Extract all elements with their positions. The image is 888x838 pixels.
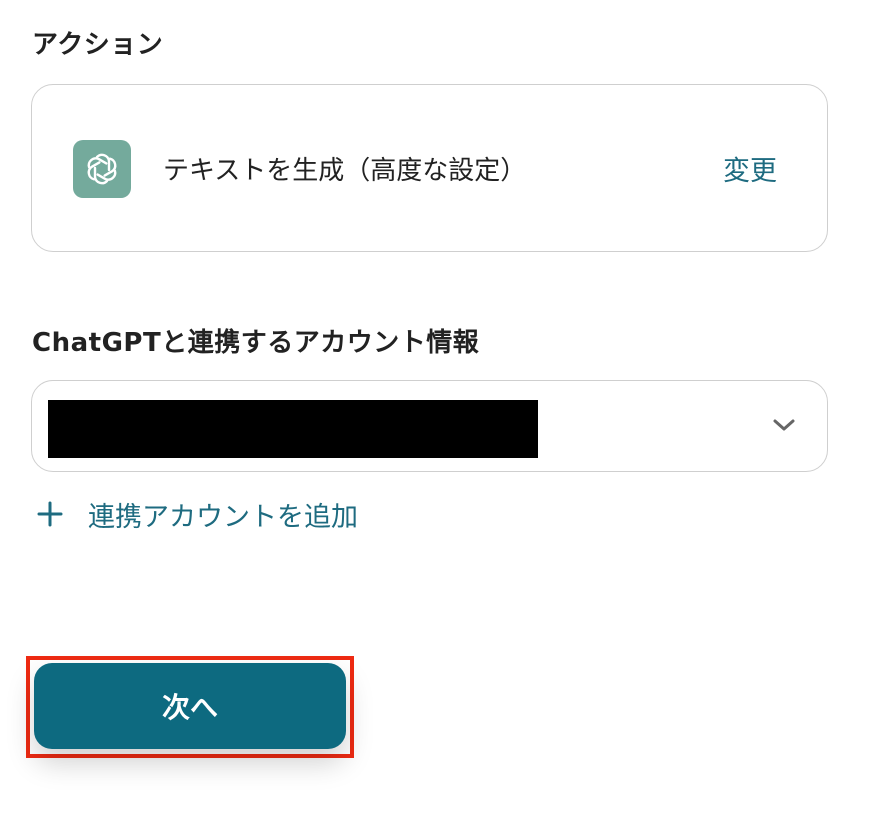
action-section-label: アクション xyxy=(32,30,164,60)
account-section-label: ChatGPTと連携するアカウント情報 xyxy=(32,328,480,358)
action-title: テキストを生成（高度な設定） xyxy=(163,156,527,186)
plus-icon xyxy=(37,501,63,527)
redacted-account-value xyxy=(48,400,538,458)
add-account-link[interactable]: 連携アカウントを追加 xyxy=(36,494,358,534)
account-select[interactable] xyxy=(31,380,828,472)
add-account-label: 連携アカウントを追加 xyxy=(88,501,358,533)
openai-logo-icon xyxy=(73,140,131,198)
action-card: テキストを生成（高度な設定） 変更 xyxy=(31,84,828,252)
next-button[interactable]: 次へ xyxy=(34,663,346,749)
change-action-link[interactable]: 変更 xyxy=(723,149,777,188)
chevron-down-icon xyxy=(773,419,795,431)
